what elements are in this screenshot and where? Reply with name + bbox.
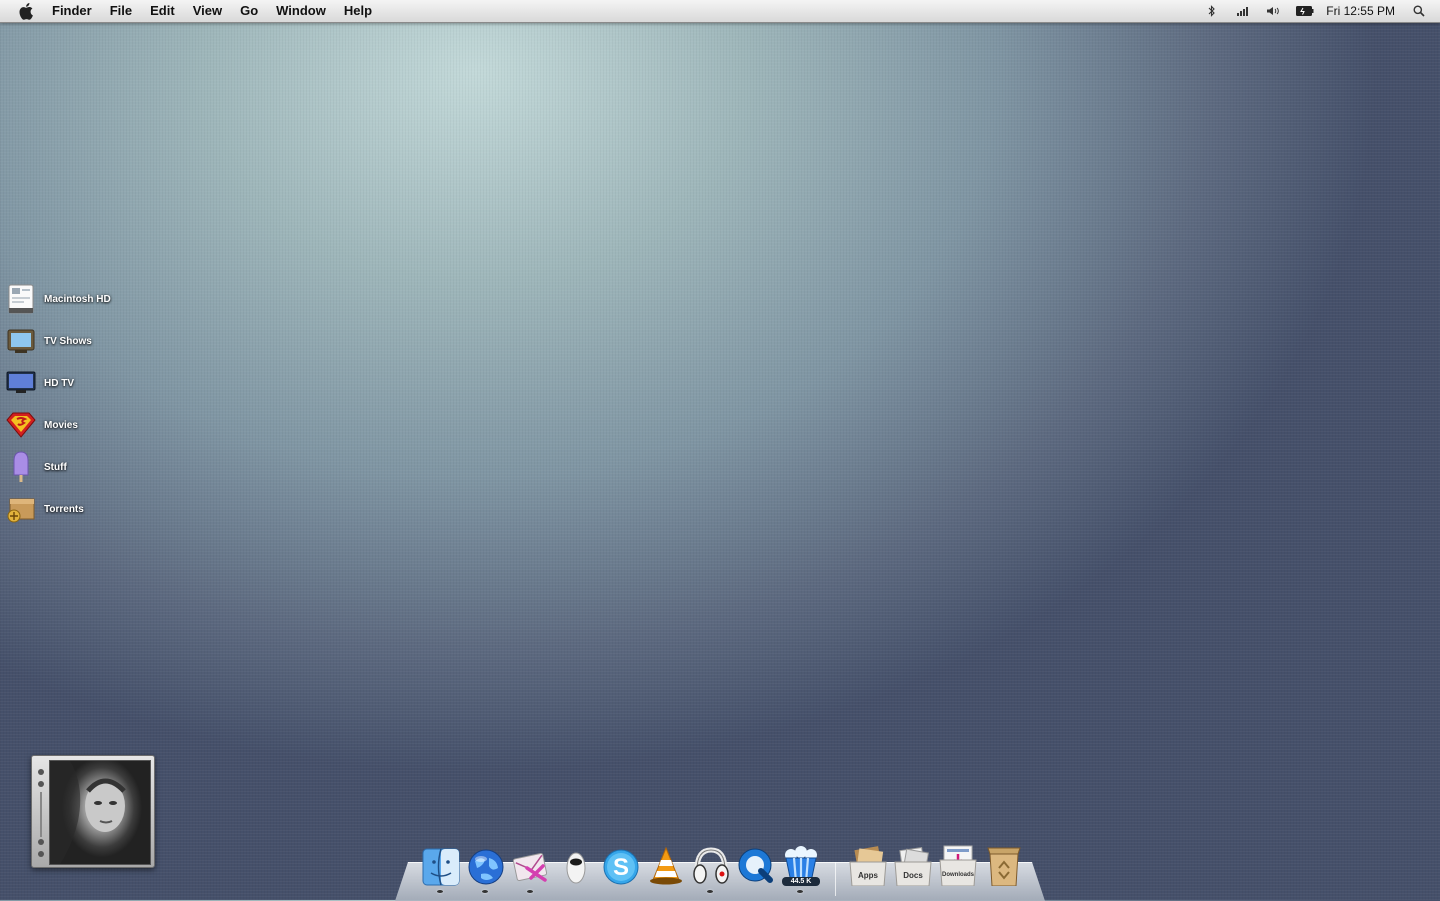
tv-icon — [6, 325, 36, 357]
menu-help[interactable]: Help — [335, 0, 381, 22]
running-indicator — [797, 890, 803, 893]
popsicle-icon — [6, 451, 36, 483]
running-indicator — [707, 890, 713, 893]
desktop-item-torrents[interactable]: Torrents — [6, 492, 84, 526]
spotlight-icon[interactable] — [1409, 0, 1429, 22]
box-icon — [6, 493, 36, 525]
dock-stack-label-apps: Apps — [858, 871, 878, 880]
desktop-item-label: Stuff — [44, 461, 67, 473]
docs-stack-icon — [894, 846, 932, 886]
headphones-icon — [693, 847, 729, 884]
hard-drive-icon — [6, 283, 36, 315]
dock-stack-label-downloads: Downloads — [941, 872, 974, 878]
menu-file[interactable]: File — [101, 0, 141, 22]
quicktime-icon — [738, 848, 773, 883]
vlc-icon — [650, 846, 682, 885]
film-rail — [36, 762, 46, 862]
bluetooth-icon[interactable] — [1202, 0, 1222, 22]
dock-vlc[interactable] — [644, 840, 688, 886]
desktop-item-label: Movies — [44, 419, 78, 431]
status-area: Fri 12:55 PM — [1202, 0, 1440, 22]
dock-finder[interactable] — [419, 840, 463, 886]
menu-view[interactable]: View — [184, 0, 231, 22]
desktop-item-label: Torrents — [44, 503, 84, 515]
finder-icon — [422, 848, 460, 886]
signal-icon[interactable] — [1233, 0, 1253, 22]
dock-quicktime[interactable] — [734, 840, 778, 886]
running-indicator — [527, 890, 533, 893]
skype-icon: S — [603, 849, 639, 885]
running-indicator — [482, 890, 488, 893]
dock-stack-label-docs: Docs — [903, 871, 923, 880]
desktop-item-movies[interactable]: Movies — [6, 408, 78, 442]
dock-trash[interactable] — [982, 840, 1026, 886]
downloads-stack-icon — [939, 845, 977, 886]
trash-icon — [987, 847, 1021, 886]
running-indicator — [437, 890, 443, 893]
volume-icon[interactable] — [1264, 0, 1284, 22]
mail-icon — [512, 852, 548, 882]
menu-go[interactable]: Go — [231, 0, 267, 22]
apps-stack-icon — [849, 846, 887, 886]
dock-stack-downloads[interactable] — [936, 840, 980, 886]
dock-browser[interactable] — [464, 840, 508, 886]
desktop-item-macintosh-hd[interactable]: Macintosh HD — [6, 282, 111, 316]
menu-edit[interactable]: Edit — [141, 0, 184, 22]
menu-clock[interactable]: Fri 12:55 PM — [1326, 4, 1395, 18]
popcorn-badge: 44.5 K — [782, 877, 820, 886]
menu-bar: Finder File Edit View Go Window Help Fri… — [0, 0, 1440, 23]
menu-window[interactable]: Window — [267, 0, 335, 22]
dock-skype[interactable]: S — [599, 840, 643, 886]
apple-menu-icon[interactable] — [18, 2, 36, 20]
desktop-item-stuff[interactable]: Stuff — [6, 450, 67, 484]
dock-separator — [835, 862, 836, 896]
desktop-item-label: TV Shows — [44, 335, 92, 347]
monitor-icon — [6, 367, 36, 399]
robot-icon — [566, 852, 586, 884]
superman-icon — [6, 409, 36, 441]
desktop-item-hd-tv[interactable]: HD TV — [6, 366, 74, 400]
desktop-item-label: Macintosh HD — [44, 293, 111, 305]
svg-text:S: S — [613, 854, 629, 881]
dock-robot[interactable] — [554, 840, 598, 886]
desktop-item-tv-shows[interactable]: TV Shows — [6, 324, 92, 358]
globe-icon — [468, 849, 504, 885]
desktop-item-label: HD TV — [44, 377, 74, 389]
dock-mail[interactable] — [509, 840, 553, 886]
album-art-widget[interactable] — [31, 755, 155, 868]
dock-music[interactable] — [689, 840, 733, 886]
battery-icon[interactable] — [1295, 0, 1315, 22]
menu-finder[interactable]: Finder — [46, 0, 101, 22]
album-cover-image — [49, 760, 151, 865]
